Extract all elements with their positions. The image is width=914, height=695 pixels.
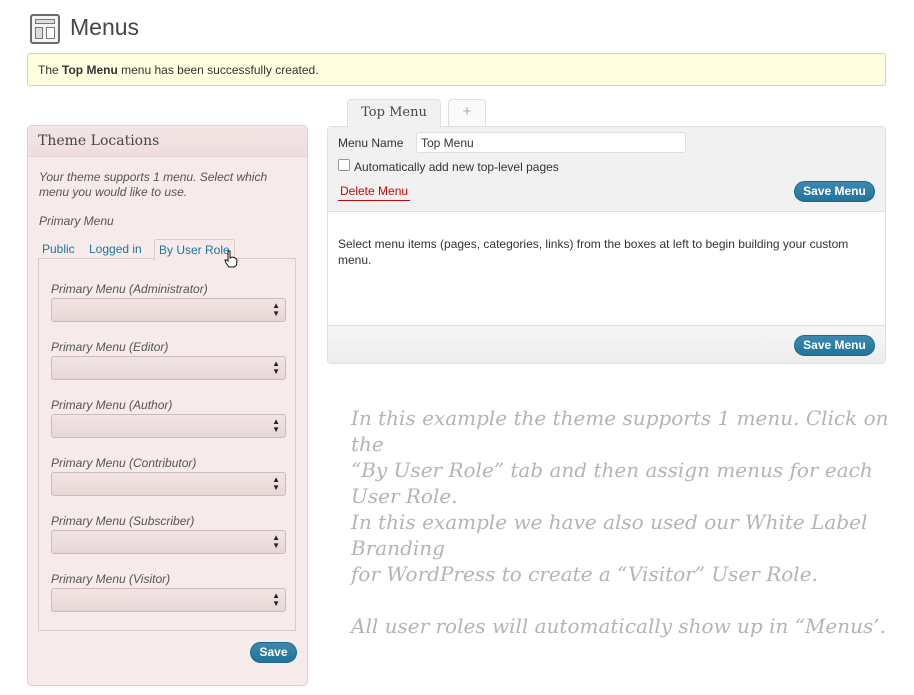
role-select-contributor[interactable]: ▲ ▼ (51, 472, 286, 496)
user-role-menus: Primary Menu (Administrator) ▲ ▼ Primary … (38, 258, 296, 631)
handwritten-annotation: In this example the theme supports 1 men… (351, 405, 901, 639)
notice-suffix: menu has been successfully created. (117, 63, 319, 77)
role-label-editor: Primary Menu (Editor) (51, 340, 169, 354)
notice-menu-name: Top Menu (62, 63, 118, 77)
tab-by-user-role[interactable]: By User Role (154, 239, 235, 261)
success-notice: The Top Menu menu has been successfully … (27, 53, 886, 86)
select-arrows-icon: ▲ ▼ (272, 359, 280, 376)
menus-layout-icon (30, 14, 60, 44)
role-select-subscriber[interactable]: ▲ ▼ (51, 530, 286, 554)
role-label-administrator: Primary Menu (Administrator) (51, 282, 208, 296)
select-arrows-icon: ▲ ▼ (272, 533, 280, 550)
menu-editor: Menu Name Automatically add new top-leve… (327, 126, 886, 364)
menu-name-label: Menu Name (338, 136, 404, 150)
role-select-administrator[interactable]: ▲ ▼ (51, 298, 286, 322)
role-label-contributor: Primary Menu (Contributor) (51, 456, 197, 470)
page-title: Menus (70, 14, 140, 40)
annotation-line: In this example the theme supports 1 men… (351, 406, 889, 456)
tab-top-menu[interactable]: Top Menu (347, 99, 441, 128)
role-label-visitor: Primary Menu (Visitor) (51, 572, 171, 586)
save-locations-button[interactable]: Save (250, 642, 297, 663)
annotation-line: for WordPress to create a “Visitor” User… (351, 562, 818, 586)
menu-editor-footer: Save Menu (328, 325, 885, 363)
add-menu-tab[interactable]: + (448, 99, 486, 127)
menu-instructions: Select menu items (pages, categories, li… (338, 237, 849, 267)
hand-pointer-icon (224, 250, 238, 268)
menu-editor-header: Menu Name Automatically add new top-leve… (328, 127, 885, 212)
annotation-line: “By User Role” tab and then assign menus… (351, 458, 873, 482)
role-select-author[interactable]: ▲ ▼ (51, 414, 286, 438)
auto-add-checkbox[interactable] (338, 159, 350, 171)
theme-locations-title: Theme Locations (28, 126, 307, 157)
role-label-author: Primary Menu (Author) (51, 398, 173, 412)
auto-add-label: Automatically add new top-level pages (354, 160, 559, 174)
annotation-line: User Role. (351, 484, 458, 508)
annotation-line: In this example we have also used our Wh… (351, 510, 868, 560)
select-arrows-icon: ▲ ▼ (272, 301, 280, 318)
theme-locations-description: Your theme supports 1 menu. Select which… (39, 170, 268, 199)
role-select-visitor[interactable]: ▲ ▼ (51, 588, 286, 612)
role-label-subscriber: Primary Menu (Subscriber) (51, 514, 195, 528)
select-arrows-icon: ▲ ▼ (272, 417, 280, 434)
delete-menu-link[interactable]: Delete Menu (338, 184, 411, 201)
annotation-line: All user roles will automatically show u… (351, 614, 887, 638)
primary-menu-label: Primary Menu (39, 214, 114, 228)
role-select-editor[interactable]: ▲ ▼ (51, 356, 286, 380)
theme-locations-panel: Theme Locations Your theme supports 1 me… (27, 125, 308, 686)
select-arrows-icon: ▲ ▼ (272, 475, 280, 492)
save-menu-button-top[interactable]: Save Menu (794, 181, 875, 202)
notice-prefix: The (38, 63, 63, 77)
select-arrows-icon: ▲ ▼ (272, 591, 280, 608)
menu-name-input[interactable] (416, 132, 686, 153)
save-menu-button-bottom[interactable]: Save Menu (794, 335, 875, 356)
